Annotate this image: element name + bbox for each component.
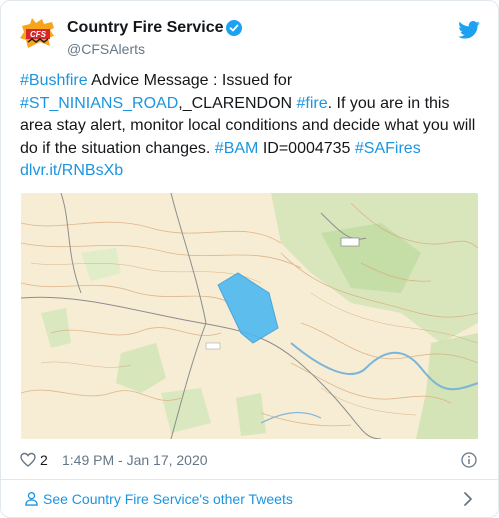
twitter-bird-icon[interactable]	[458, 21, 480, 39]
verified-badge-icon	[226, 20, 242, 36]
timestamp[interactable]: 1:49 PM - Jan 17, 2020	[62, 452, 208, 468]
tweet-meta: 2 1:49 PM - Jan 17, 2020	[20, 451, 480, 471]
tweet-text-part: ,_CLARENDON	[178, 94, 297, 112]
avatar-text: CFS	[30, 30, 47, 39]
hashtag-safires-link[interactable]: #SAFires	[355, 140, 421, 157]
hashtag-st-ninians-road-link[interactable]: #ST_NINIANS_ROAD	[20, 95, 178, 112]
short-url-link[interactable]: dlvr.it/RNBsXb	[20, 162, 123, 179]
see-other-tweets-label: See Country Fire Service's other Tweets	[43, 491, 293, 507]
account-handle[interactable]: @CFSAlerts	[67, 41, 145, 57]
hashtag-bushfire-link[interactable]: #Bushfire	[20, 72, 88, 89]
topographic-map-image[interactable]	[21, 193, 478, 439]
tweet-text-part: ID=0004735	[258, 139, 355, 157]
tweet-text-part: Advice Message : Issued for	[87, 72, 293, 89]
profile-icon	[25, 492, 38, 506]
map-drawing	[21, 193, 478, 439]
info-icon[interactable]	[461, 452, 477, 468]
embedded-tweet-card: CFS Country Fire Service @CFSAlerts #Bus…	[0, 0, 499, 518]
heart-icon[interactable]	[20, 452, 36, 468]
tweet-text: #Bushfire Advice Message : Issued for #S…	[20, 70, 482, 183]
cfs-logo-avatar[interactable]: CFS	[20, 18, 56, 54]
chevron-right-icon	[464, 492, 472, 506]
hashtag-fire-link[interactable]: #fire	[297, 95, 328, 112]
display-name[interactable]: Country Fire Service	[67, 19, 224, 37]
hashtag-bam-link[interactable]: #BAM	[215, 140, 259, 157]
like-count: 2	[40, 452, 48, 468]
tweet-header: CFS Country Fire Service @CFSAlerts	[20, 18, 480, 62]
see-other-tweets-link[interactable]: See Country Fire Service's other Tweets	[1, 479, 498, 517]
